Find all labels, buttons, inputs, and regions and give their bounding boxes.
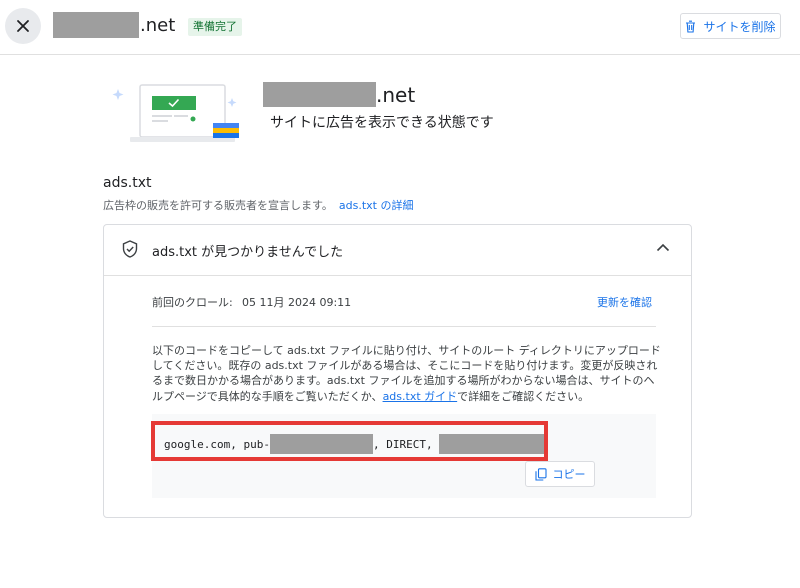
copy-label: コピー [552, 468, 586, 481]
redacted-site-name [263, 82, 376, 107]
trash-icon [686, 20, 696, 33]
hero-subtitle: サイトに広告を表示できる状態です [270, 115, 494, 131]
last-crawl-value: 05 11月 2024 09:11 [242, 296, 352, 309]
ads-txt-status-title: ads.txt が見つかりませんでした [152, 245, 344, 260]
instructions-after-link: で詳細をご確認ください。 [457, 389, 590, 403]
hero-site-suffix: .net [376, 82, 416, 107]
delete-site-button[interactable]: サイトを削除 [680, 13, 781, 39]
ads-txt-card-header[interactable]: ads.txt が見つかりませんでした [104, 225, 691, 276]
ads-txt-section-title: ads.txt [103, 175, 152, 191]
delete-site-label: サイトを削除 [703, 19, 776, 34]
site-ready-illustration [112, 84, 239, 142]
site-title: .net [53, 12, 175, 38]
ads-txt-guide-link[interactable]: ads.txt ガイド [383, 390, 458, 403]
close-button[interactable] [5, 8, 41, 44]
ads-txt-description-text: 広告枠の販売を許可する販売者を宣言します。 [103, 199, 333, 212]
ads-txt-section-description: 広告枠の販売を許可する販売者を宣言します。 ads.txt の詳細 [103, 197, 414, 213]
last-crawl-label: 前回のクロール: [152, 296, 233, 309]
instructions-text: 以下のコードをコピーして ads.txt ファイルに貼り付け、サイトのルート デ… [152, 343, 664, 404]
highlight-annotation-box [151, 421, 548, 461]
ads-txt-details-link[interactable]: ads.txt の詳細 [339, 199, 414, 212]
status-badge: 準備完了 [188, 18, 242, 36]
divider [152, 326, 656, 327]
hero-site-name: .net [263, 82, 415, 107]
chevron-up-icon[interactable] [656, 243, 670, 252]
ads-txt-status-card: ads.txt が見つかりませんでした 前回のクロール: 05 11月 2024… [103, 224, 692, 518]
close-icon [17, 20, 29, 32]
copy-button[interactable]: コピー [525, 461, 595, 487]
site-title-suffix: .net [140, 14, 176, 36]
copy-icon [534, 467, 547, 481]
shield-check-icon [122, 240, 138, 258]
top-bar: .net 準備完了 サイトを削除 [0, 0, 800, 55]
redacted-site-name [53, 12, 139, 38]
recheck-link[interactable]: 更新を確認 [597, 294, 652, 310]
